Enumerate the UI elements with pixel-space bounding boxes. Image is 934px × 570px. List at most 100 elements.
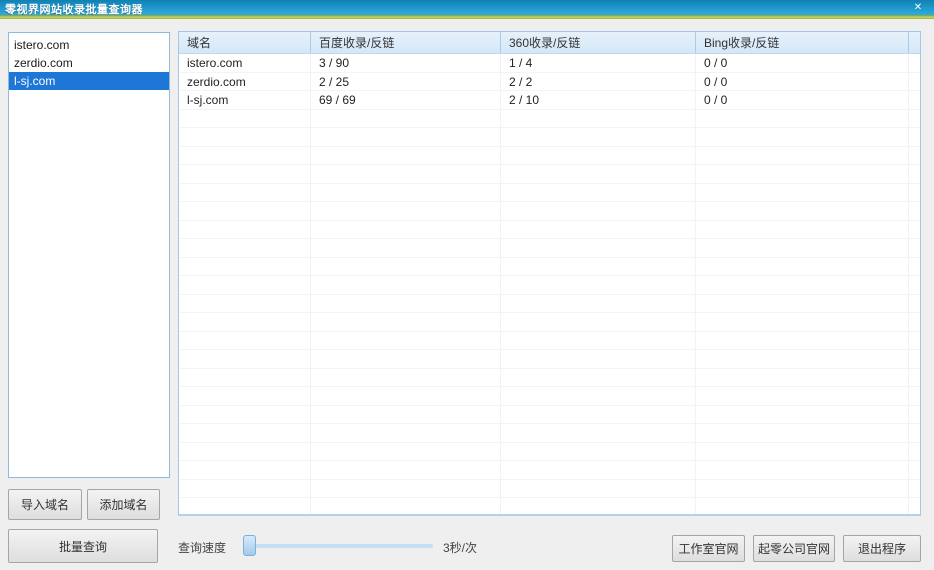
table-cell[interactable]: 2 / 25 [311,73,501,91]
table-cell [909,350,920,368]
table-cell [696,239,909,257]
table-row-l-sj.com[interactable]: l-sj.com69 / 692 / 100 / 0 [179,91,920,110]
table-cell [311,369,501,387]
list-item-zerdio.com[interactable]: zerdio.com [9,54,169,72]
table-cell [501,332,696,350]
table-cell [501,202,696,220]
company-site-button[interactable]: 起零公司官网 [753,535,835,562]
table-cell[interactable]: 3 / 90 [311,54,501,72]
table-row-empty [179,350,920,369]
table-cell [311,165,501,183]
table-cell [909,184,920,202]
table-cell [311,110,501,128]
table-row-empty [179,276,920,295]
table-row-zerdio.com[interactable]: zerdio.com2 / 252 / 20 / 0 [179,73,920,92]
table-cell [909,258,920,276]
table-cell [696,165,909,183]
table-cell [501,276,696,294]
table-cell [179,443,311,461]
query-speed-slider-track[interactable] [245,544,433,548]
table-row-empty [179,461,920,480]
column-header-stub [909,32,920,53]
table-cell[interactable] [909,54,920,72]
add-domain-button[interactable]: 添加域名 [87,489,160,520]
table-cell [909,165,920,183]
table-cell [179,498,311,516]
table-row-empty [179,128,920,147]
table-cell [909,202,920,220]
table-row-istero.com[interactable]: istero.com3 / 901 / 40 / 0 [179,54,920,73]
table-cell [311,128,501,146]
list-item-l-sj.com[interactable]: l-sj.com [9,72,169,90]
table-cell[interactable]: 1 / 4 [501,54,696,72]
table-cell[interactable]: 2 / 10 [501,91,696,109]
table-cell [179,424,311,442]
table-cell [179,461,311,479]
table-row-empty [179,424,920,443]
table-cell [311,239,501,257]
table-cell [501,424,696,442]
table-cell [311,147,501,165]
table-cell [501,461,696,479]
table-cell [696,147,909,165]
close-icon[interactable]: ✕ [911,1,925,14]
table-row-empty [179,313,920,332]
table-cell [909,276,920,294]
title-bar: 零视界网站收录批量查询器 ✕ [0,0,934,15]
table-cell [179,184,311,202]
table-cell[interactable]: 2 / 2 [501,73,696,91]
table-cell [179,369,311,387]
table-cell [909,424,920,442]
table-cell [909,387,920,405]
table-cell[interactable]: istero.com [179,54,311,72]
table-row-empty [179,147,920,166]
table-cell[interactable] [909,91,920,109]
import-domains-button[interactable]: 导入域名 [8,489,82,520]
studio-site-button[interactable]: 工作室官网 [672,535,745,562]
table-cell [311,258,501,276]
domain-listbox[interactable]: istero.comzerdio.coml-sj.com [8,32,170,478]
table-cell [179,221,311,239]
table-cell [501,128,696,146]
table-cell[interactable]: 0 / 0 [696,54,909,72]
query-speed-slider-thumb[interactable] [243,535,256,556]
results-table: 域名百度收录/反链360收录/反链Bing收录/反链 istero.com3 /… [178,31,921,516]
table-cell[interactable] [909,73,920,91]
column-header-1[interactable]: 百度收录/反链 [311,32,501,53]
table-cell [501,498,696,516]
table-cell [501,221,696,239]
list-item-istero.com[interactable]: istero.com [9,36,169,54]
column-header-3[interactable]: Bing收录/反链 [696,32,909,53]
exit-program-button[interactable]: 退出程序 [843,535,921,562]
table-cell[interactable]: 69 / 69 [311,91,501,109]
table-cell [696,332,909,350]
table-cell [909,480,920,498]
table-cell[interactable]: l-sj.com [179,91,311,109]
table-cell [909,313,920,331]
table-cell[interactable]: 0 / 0 [696,73,909,91]
table-cell [909,221,920,239]
column-header-0[interactable]: 域名 [179,32,311,53]
table-cell [501,369,696,387]
table-cell [501,165,696,183]
table-cell [696,387,909,405]
table-cell [311,276,501,294]
table-row-empty [179,332,920,351]
table-cell [909,443,920,461]
table-cell [179,332,311,350]
table-cell [501,443,696,461]
table-cell [696,128,909,146]
table-row-empty [179,480,920,499]
table-cell [179,110,311,128]
table-cell [179,387,311,405]
batch-query-button[interactable]: 批量查询 [8,529,158,563]
column-header-2[interactable]: 360收录/反链 [501,32,696,53]
table-cell [909,461,920,479]
table-cell[interactable]: zerdio.com [179,73,311,91]
results-table-body: istero.com3 / 901 / 40 / 0zerdio.com2 / … [179,54,920,516]
table-cell[interactable]: 0 / 0 [696,91,909,109]
table-cell [179,258,311,276]
table-cell [909,295,920,313]
table-cell [501,480,696,498]
table-row-empty [179,369,920,388]
